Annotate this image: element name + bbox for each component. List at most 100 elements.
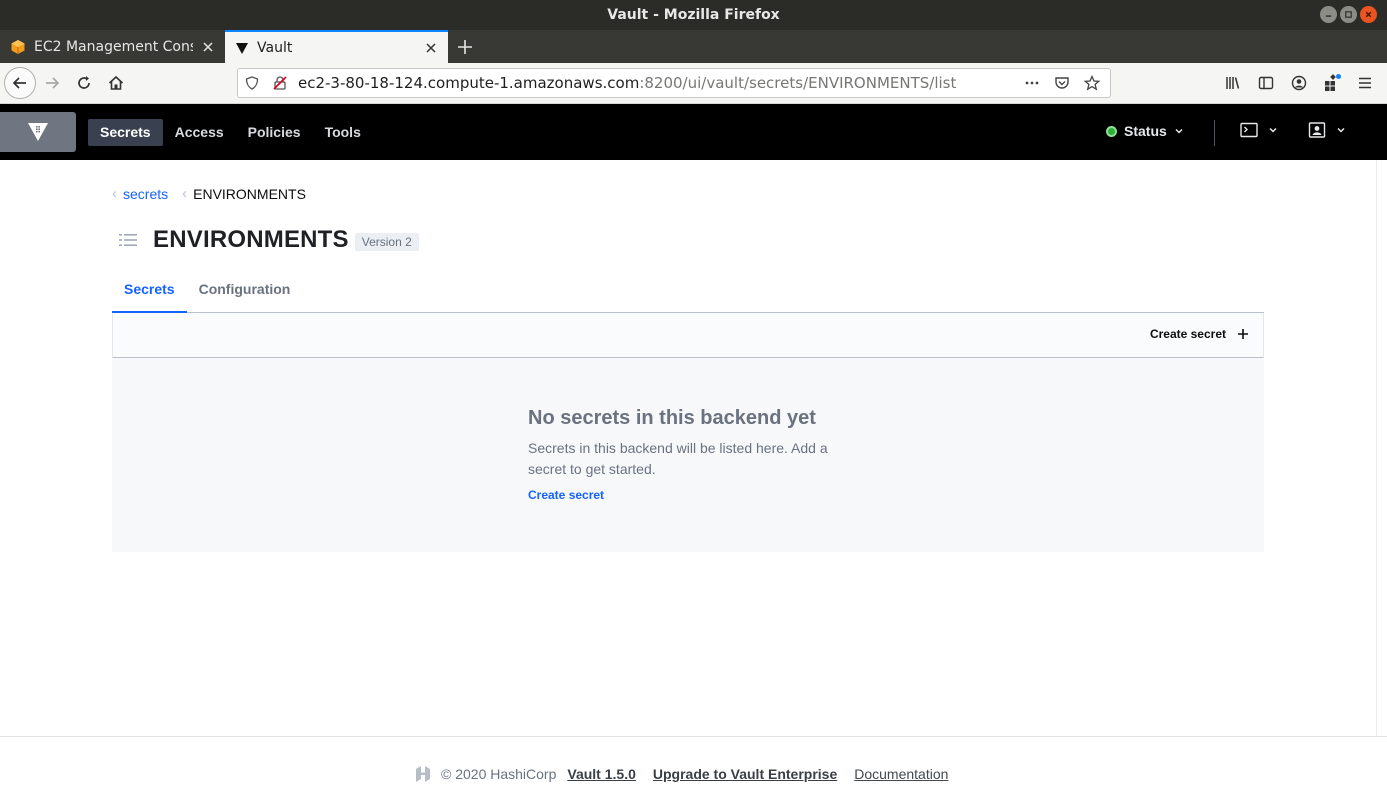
- header-divider: [1214, 120, 1215, 146]
- chevron-left-icon: ‹: [182, 185, 188, 202]
- insecure-connection-indicator[interactable]: [266, 69, 294, 97]
- browser-tab-strip: EC2 Management Conso Vault: [0, 30, 1387, 63]
- bookmark-star-button[interactable]: [1078, 69, 1106, 97]
- chevron-down-icon: [1175, 128, 1183, 134]
- create-secret-button[interactable]: Create secret: [1150, 327, 1249, 341]
- user-icon: [1308, 122, 1326, 138]
- window-controls: [1320, 6, 1377, 23]
- url-host: ec2-3-80-18-124.compute-1.amazonaws.com: [298, 74, 640, 92]
- url-bar[interactable]: ec2-3-80-18-124.compute-1.amazonaws.com:…: [237, 68, 1111, 98]
- vault-main-nav: Secrets Access Policies Tools: [88, 119, 373, 146]
- empty-state-create-secret-link[interactable]: Create secret: [528, 488, 848, 502]
- shield-icon: [245, 76, 259, 90]
- page-footer: © 2020 HashiCorp Vault 1.5.0 Upgrade to …: [0, 736, 1387, 809]
- breadcrumb: ‹ secrets ‹ ENVIRONMENTS: [112, 185, 306, 202]
- page-tabs: Secrets Configuration: [112, 272, 1264, 313]
- hamburger-menu-icon: [1358, 77, 1371, 89]
- url-path: :8200/ui/vault/secrets/ENVIRONMENTS/list: [639, 74, 957, 92]
- footer-version-link[interactable]: Vault 1.5.0: [567, 766, 635, 782]
- vault-home-link[interactable]: [0, 112, 76, 152]
- status-dot: [1106, 125, 1117, 137]
- nav-tools[interactable]: Tools: [313, 119, 373, 146]
- breadcrumb-secrets-link[interactable]: secrets: [123, 186, 168, 202]
- browser-navbar: ec2-3-80-18-124.compute-1.amazonaws.com:…: [0, 63, 1387, 104]
- nav-policies[interactable]: Policies: [236, 119, 313, 146]
- tab-vault[interactable]: Vault: [225, 30, 448, 63]
- window-title: Vault - Mozilla Firefox: [607, 7, 780, 23]
- tab-secrets[interactable]: Secrets: [112, 272, 187, 313]
- tab-ec2-console[interactable]: EC2 Management Conso: [0, 30, 225, 63]
- new-tab-button[interactable]: [448, 30, 482, 63]
- list-icon: [119, 234, 137, 246]
- pocket-icon: [1055, 77, 1069, 89]
- page-scrollbar[interactable]: [1376, 160, 1387, 736]
- status-label: Status: [1124, 123, 1167, 139]
- terminal-icon: [1240, 122, 1258, 138]
- chevron-down-icon: [1269, 127, 1277, 133]
- insecure-lock-icon: [273, 76, 287, 90]
- console-menu-button[interactable]: [1240, 122, 1278, 138]
- minimize-button[interactable]: [1320, 6, 1337, 23]
- reload-button[interactable]: [68, 67, 100, 99]
- account-button[interactable]: [1282, 67, 1315, 99]
- tab-label: Vault: [257, 39, 293, 56]
- close-window-button[interactable]: [1360, 6, 1377, 23]
- forward-button[interactable]: [36, 67, 68, 99]
- maximize-button[interactable]: [1340, 6, 1357, 23]
- extensions-button[interactable]: [1315, 67, 1348, 99]
- extensions-icon: [1324, 74, 1341, 91]
- arrow-left-icon: [12, 77, 26, 89]
- empty-state-message: Secrets in this backend will be listed h…: [528, 440, 828, 477]
- create-secret-label: Create secret: [1149, 327, 1226, 341]
- user-menu-button[interactable]: [1308, 122, 1346, 138]
- status-menu-button[interactable]: Status: [1106, 123, 1184, 139]
- tab-close-button[interactable]: [201, 40, 215, 54]
- star-icon: [1084, 75, 1100, 91]
- nav-secrets[interactable]: Secrets: [88, 119, 163, 146]
- empty-state: No secrets in this backend yet Secrets i…: [112, 358, 1264, 552]
- close-icon: [426, 42, 436, 53]
- tab-close-button[interactable]: [424, 41, 438, 55]
- empty-state-title: No secrets in this backend yet: [528, 407, 816, 429]
- version-badge: Version 2: [354, 232, 419, 251]
- menu-button[interactable]: [1348, 67, 1381, 99]
- sidebar-icon: [1258, 76, 1273, 90]
- minimize-icon: [1325, 15, 1332, 17]
- reload-icon: [78, 76, 90, 89]
- page-actions-button[interactable]: [1018, 69, 1046, 97]
- sidebar-button[interactable]: [1249, 67, 1282, 99]
- page-content: ‹ secrets ‹ ENVIRONMENTS ENVIRONMENTS Ve…: [0, 160, 1376, 736]
- account-icon: [1291, 75, 1306, 91]
- back-button[interactable]: [4, 67, 36, 99]
- pocket-button[interactable]: [1048, 69, 1076, 97]
- plus-icon: [1238, 329, 1248, 339]
- footer-copyright: © 2020 HashiCorp: [441, 766, 557, 782]
- home-icon: [108, 75, 124, 90]
- arrow-right-icon: [46, 77, 60, 89]
- site-info-button[interactable]: [238, 69, 266, 97]
- chevron-left-icon: ‹: [112, 185, 117, 202]
- footer-upgrade-link[interactable]: Upgrade to Vault Enterprise: [653, 766, 837, 782]
- tab-configuration[interactable]: Configuration: [187, 272, 303, 313]
- close-icon: [1365, 11, 1372, 18]
- plus-icon: [458, 39, 472, 54]
- window-titlebar: Vault - Mozilla Firefox: [0, 0, 1387, 30]
- secrets-toolbar: Create secret: [112, 313, 1264, 358]
- aws-box-icon: [11, 39, 25, 54]
- library-button[interactable]: [1216, 67, 1249, 99]
- hashicorp-logo-icon: [416, 766, 430, 782]
- page-title: ENVIRONMENTS: [153, 226, 349, 253]
- breadcrumb-current: ENVIRONMENTS: [193, 185, 306, 202]
- home-button[interactable]: [100, 67, 132, 99]
- vault-header: Secrets Access Policies Tools Status: [0, 104, 1387, 160]
- close-icon: [203, 41, 213, 52]
- vault-logo-icon: [28, 123, 48, 141]
- nav-access[interactable]: Access: [163, 119, 236, 146]
- more-horizontal-icon: [1025, 81, 1039, 85]
- vault-triangle-icon: [236, 42, 248, 54]
- url-text: ec2-3-80-18-124.compute-1.amazonaws.com:…: [298, 74, 956, 92]
- library-icon: [1225, 77, 1239, 89]
- maximize-icon: [1345, 11, 1352, 18]
- footer-documentation-link[interactable]: Documentation: [854, 766, 948, 782]
- page-header: ENVIRONMENTS Version 2: [118, 226, 419, 254]
